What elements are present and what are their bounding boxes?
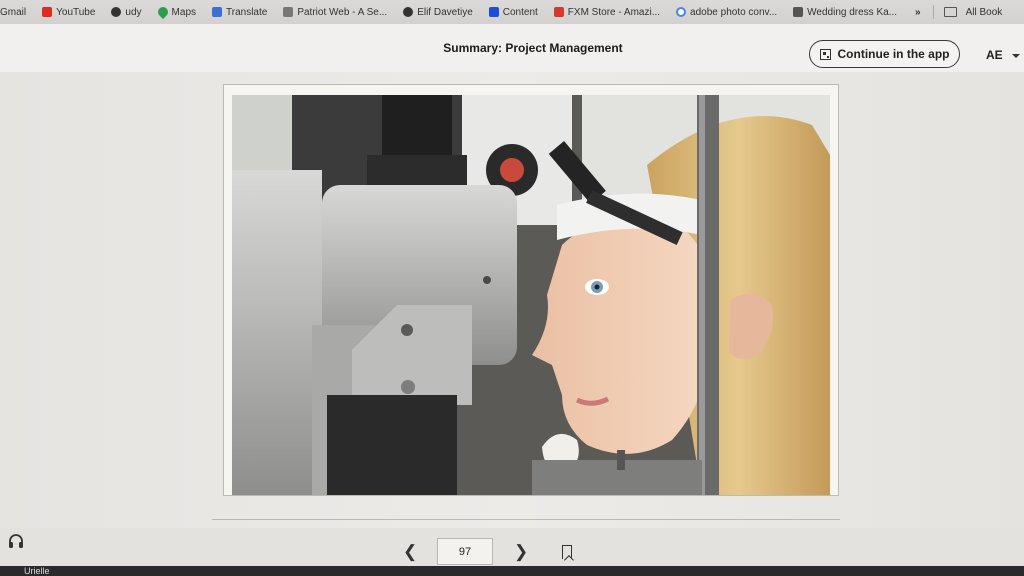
bookmark-label: FXM Store - Amazi... bbox=[567, 6, 661, 18]
more-bookmarks-button[interactable]: » bbox=[915, 7, 921, 18]
folder-label: All Book bbox=[965, 6, 1003, 18]
bookmarks-bar: Gmail YouTube udy Maps Translate Patriot… bbox=[0, 0, 1024, 24]
bookmark-wedding-dress[interactable]: Wedding dress Ka... bbox=[793, 7, 897, 18]
bookmark-udy[interactable]: udy bbox=[111, 6, 142, 18]
dress-icon bbox=[793, 7, 804, 17]
store-icon bbox=[553, 7, 564, 17]
continue-in-app-button[interactable]: Continue in the app bbox=[809, 40, 960, 68]
bookmark-elif-davetiye[interactable]: Elif Davetiye bbox=[403, 7, 473, 18]
app-header: Summary: Project Management Continue in … bbox=[0, 24, 1024, 72]
slide-image bbox=[232, 95, 830, 495]
bookmark-translate[interactable]: Translate bbox=[212, 7, 267, 18]
bookmark-label: Elif Davetiye bbox=[417, 6, 473, 18]
bookmark-icon[interactable] bbox=[562, 545, 572, 559]
folder-icon bbox=[943, 7, 957, 17]
bookmark-label: udy bbox=[125, 6, 142, 18]
bookmark-label: YouTube bbox=[56, 6, 96, 18]
language-selector[interactable]: AE bbox=[986, 48, 1003, 62]
youtube-icon bbox=[42, 7, 53, 17]
bookmark-label: Translate bbox=[226, 6, 268, 18]
map-pin-icon bbox=[155, 4, 170, 20]
bookmark-label: Gmail bbox=[0, 6, 27, 18]
bookmark-patriot-web[interactable]: Patriot Web - A Se... bbox=[283, 7, 387, 18]
continue-label: Continue in the app bbox=[837, 47, 950, 61]
google-icon bbox=[676, 7, 687, 17]
bookmark-label: Patriot Web - A Se... bbox=[297, 6, 388, 18]
bookmark-fxm-store[interactable]: FXM Store - Amazi... bbox=[553, 6, 661, 18]
headphones-icon[interactable] bbox=[7, 533, 25, 549]
content-app-icon bbox=[488, 7, 499, 17]
taskbar: Urielle bbox=[0, 566, 1024, 576]
taskbar-label: Urielle bbox=[24, 566, 50, 576]
bookmark-label: Maps bbox=[171, 6, 196, 18]
bookmark-gmail[interactable]: Gmail bbox=[0, 7, 26, 18]
all-bookmarks-folder[interactable]: All Book bbox=[943, 6, 1003, 18]
bookmark-label: Wedding dress Ka... bbox=[807, 6, 898, 18]
bookmark-content[interactable]: Content bbox=[488, 6, 538, 18]
chevron-down-icon[interactable] bbox=[1012, 54, 1020, 58]
translate-icon bbox=[212, 7, 222, 17]
globe-icon bbox=[403, 7, 414, 17]
divider bbox=[932, 5, 934, 19]
bookmark-label: adobe photo conv... bbox=[690, 6, 778, 18]
qr-code-icon bbox=[819, 48, 831, 60]
bookmark-youtube[interactable]: YouTube bbox=[42, 7, 95, 18]
bookmark-label: Content bbox=[502, 6, 538, 18]
bookmark-adobe-photo[interactable]: adobe photo conv... bbox=[676, 7, 777, 18]
globe-icon bbox=[111, 7, 122, 17]
chevron-left-icon[interactable]: ❮ bbox=[403, 542, 417, 562]
bookmark-maps[interactable]: Maps bbox=[155, 4, 196, 20]
chevron-right-icon[interactable]: ❯ bbox=[514, 542, 528, 562]
divider bbox=[212, 519, 840, 520]
pen-icon bbox=[283, 7, 294, 17]
page-number-input[interactable] bbox=[437, 538, 493, 565]
